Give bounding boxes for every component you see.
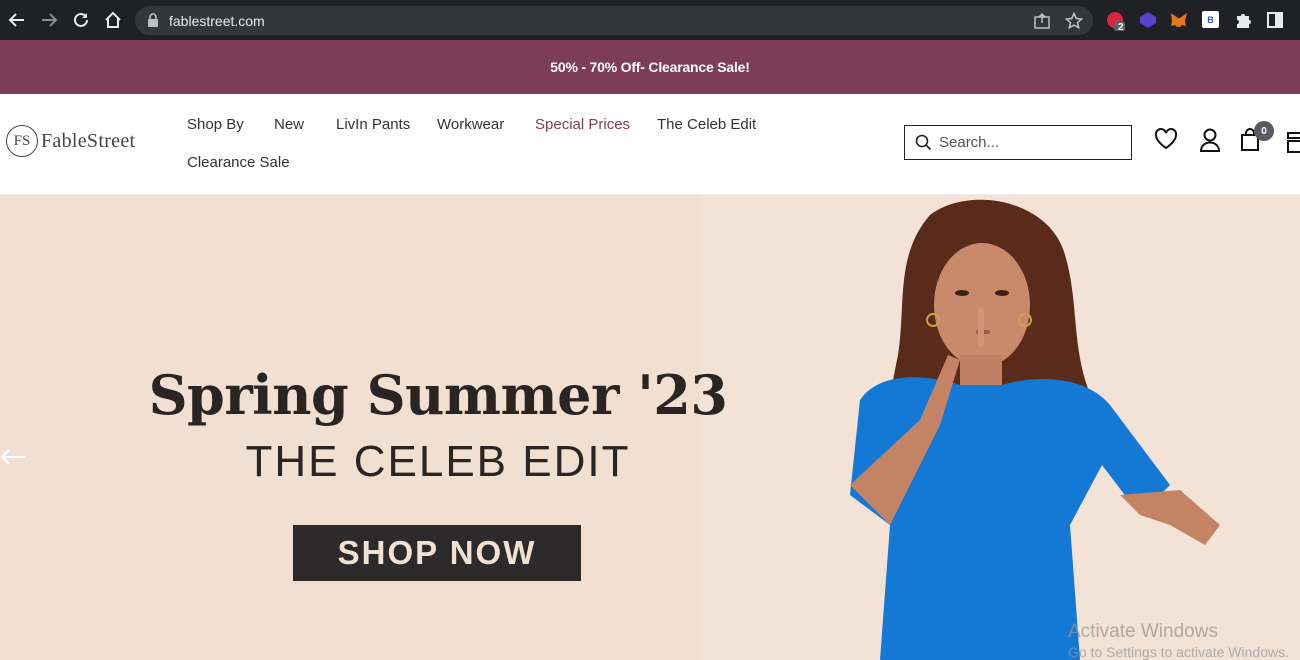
nav-item-livin-pants[interactable]: LivIn Pants	[336, 116, 410, 133]
model-image	[850, 199, 1220, 660]
nav-item-workwear[interactable]: Workwear	[437, 116, 504, 133]
search-box[interactable]	[904, 125, 1132, 160]
side-panel-icon[interactable]	[1266, 11, 1284, 29]
logo-text: FableStreet	[41, 129, 136, 152]
nav-item-special-prices[interactable]: Special Prices	[535, 116, 630, 133]
nav-item-celeb-edit[interactable]: The Celeb Edit	[657, 116, 756, 133]
shop-now-button[interactable]: SHOP NOW	[293, 525, 581, 581]
metamask-icon[interactable]	[1170, 11, 1188, 29]
hero-title: Spring Summer '23	[148, 363, 728, 427]
extensions-puzzle-icon[interactable]	[1234, 11, 1252, 29]
extension-b-icon[interactable]: B	[1202, 11, 1219, 28]
search-icon[interactable]	[915, 134, 932, 156]
home-icon[interactable]	[103, 10, 123, 30]
promo-text: 50% - 70% Off- Clearance Sale!	[550, 59, 750, 75]
share-icon[interactable]	[1033, 12, 1051, 30]
reload-icon[interactable]	[71, 10, 91, 30]
extension-cube-icon[interactable]	[1139, 11, 1157, 29]
nav-item-clearance-sale[interactable]: Clearance Sale	[187, 154, 290, 171]
cart-count-badge: 0	[1254, 121, 1274, 141]
hero-subtitle: THE CELEB EDIT	[245, 437, 631, 486]
wishlist-heart-icon[interactable]	[1154, 128, 1178, 155]
windows-activation-title: Activate Windows	[1068, 621, 1218, 642]
windows-activation-subtitle: Go to Settings to activate Windows.	[1068, 644, 1289, 660]
back-icon[interactable]	[7, 10, 27, 30]
extension-badge: 2	[1118, 22, 1124, 33]
nav-item-shop-by[interactable]: Shop By	[187, 116, 244, 133]
promo-banner[interactable]: 50% - 70% Off- Clearance Sale!	[0, 40, 1300, 94]
search-input[interactable]	[939, 131, 1124, 153]
logo-mark: FS	[6, 125, 38, 157]
menu-icon[interactable]	[1287, 132, 1300, 159]
browser-toolbar: fablestreet.com 2 B	[0, 0, 1300, 40]
account-user-icon[interactable]	[1199, 128, 1221, 157]
hero-banner[interactable]: Spring Summer '23 THE CELEB EDIT SHOP NO…	[0, 195, 1300, 660]
bookmark-star-icon[interactable]	[1064, 11, 1084, 30]
forward-icon[interactable]	[39, 10, 59, 30]
site-header: FS FableStreet Shop By New LivIn Pants W…	[0, 94, 1300, 195]
address-bar[interactable]: fablestreet.com	[135, 6, 1093, 35]
lock-icon	[147, 13, 159, 32]
url-text: fablestreet.com	[169, 13, 265, 29]
site-logo[interactable]: FS FableStreet	[6, 125, 135, 157]
nav-item-new[interactable]: New	[274, 116, 304, 133]
